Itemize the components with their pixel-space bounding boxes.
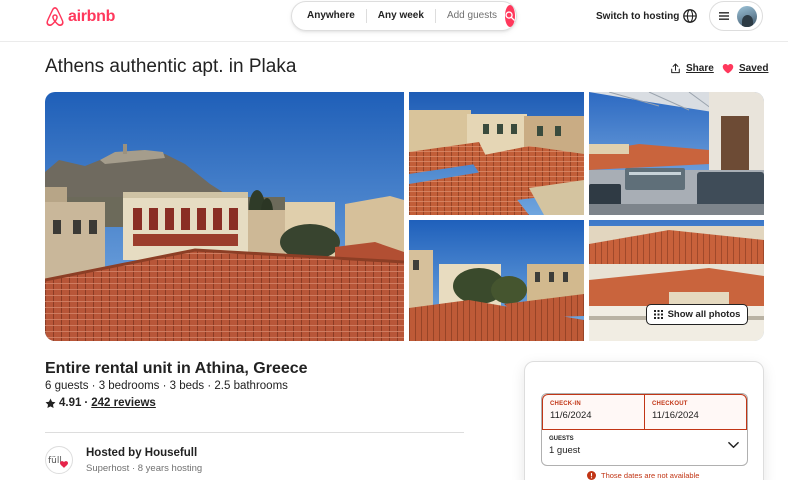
search-dates-button[interactable]: Any week bbox=[367, 9, 436, 23]
checkin-field[interactable]: CHECK-IN 11/6/2024 bbox=[543, 395, 644, 429]
reviews-link[interactable]: 242 reviews bbox=[91, 397, 156, 409]
booking-card: CHECK-IN 11/6/2024 CHECKOUT 11/16/2024 G… bbox=[524, 361, 764, 480]
checkin-value: 11/6/2024 bbox=[550, 410, 592, 421]
section-divider bbox=[45, 432, 464, 433]
photo-2[interactable] bbox=[409, 92, 584, 215]
top-header: airbnb Anywhere Any week Add guests Swit… bbox=[0, 0, 788, 42]
listing-details: 6 guests · 3 bedrooms · 3 beds · 2.5 bat… bbox=[45, 380, 288, 392]
availability-error: Those dates are not available bbox=[587, 471, 699, 480]
saved-label: Saved bbox=[739, 63, 769, 74]
globe-icon[interactable] bbox=[682, 8, 698, 24]
guests-label: GUESTS bbox=[549, 436, 574, 442]
profile-menu-button[interactable] bbox=[709, 1, 763, 31]
listing-subtitle: Entire rental unit in Athina, Greece bbox=[45, 360, 308, 377]
search-submit-button[interactable] bbox=[504, 5, 515, 27]
date-selector: CHECK-IN 11/6/2024 CHECKOUT 11/16/2024 bbox=[542, 394, 747, 430]
airbnb-logo[interactable]: airbnb bbox=[45, 6, 115, 27]
listing-title: Athens authentic apt. in Plaka bbox=[45, 56, 297, 77]
heart-filled-icon bbox=[722, 64, 734, 74]
checkin-label: CHECK-IN bbox=[550, 401, 581, 407]
error-icon bbox=[587, 471, 596, 480]
host-logo-icon: füll bbox=[48, 456, 68, 468]
search-icon bbox=[505, 11, 515, 21]
rating-summary: 4.91 · 242 reviews bbox=[45, 397, 156, 409]
checkout-label: CHECKOUT bbox=[652, 401, 688, 407]
user-avatar bbox=[737, 5, 757, 27]
search-guests-button[interactable]: Add guests bbox=[436, 9, 505, 23]
search-bar[interactable]: Anywhere Any week Add guests bbox=[291, 1, 517, 31]
host-name: Hosted by Housefull bbox=[86, 447, 198, 459]
host-meta: Superhost · 8 years hosting bbox=[86, 463, 203, 474]
search-location-button[interactable]: Anywhere bbox=[292, 9, 367, 23]
star-icon bbox=[45, 398, 56, 408]
chevron-down-icon bbox=[728, 441, 739, 449]
guests-field[interactable]: GUESTS 1 guest bbox=[542, 430, 747, 465]
rating-separator: · bbox=[84, 397, 89, 409]
saved-button[interactable]: Saved bbox=[722, 63, 768, 74]
booking-inputs: CHECK-IN 11/6/2024 CHECKOUT 11/16/2024 G… bbox=[541, 393, 748, 466]
rating-value: 4.91 bbox=[59, 397, 82, 409]
main-photo[interactable] bbox=[45, 92, 404, 341]
grid-icon bbox=[653, 310, 663, 319]
show-all-photos-button[interactable]: Show all photos bbox=[646, 304, 748, 325]
error-message: Those dates are not available bbox=[601, 471, 700, 480]
photo-4[interactable] bbox=[409, 220, 584, 341]
host-avatar[interactable]: füll bbox=[45, 446, 73, 474]
photo-3[interactable] bbox=[589, 92, 764, 215]
checkout-value: 11/16/2024 bbox=[652, 410, 699, 421]
switch-to-hosting-link[interactable]: Switch to hosting bbox=[590, 9, 685, 24]
guests-value: 1 guest bbox=[549, 445, 581, 456]
share-label: Share bbox=[686, 63, 714, 74]
airbnb-logo-icon bbox=[46, 7, 64, 26]
host-logo-text: füll bbox=[48, 456, 62, 466]
share-icon bbox=[671, 63, 680, 74]
brand-name: airbnb bbox=[68, 7, 116, 25]
menu-icon bbox=[719, 12, 730, 20]
checkout-field[interactable]: CHECKOUT 11/16/2024 bbox=[644, 395, 746, 429]
show-all-photos-label: Show all photos bbox=[667, 309, 741, 320]
share-button[interactable]: Share bbox=[670, 63, 714, 74]
